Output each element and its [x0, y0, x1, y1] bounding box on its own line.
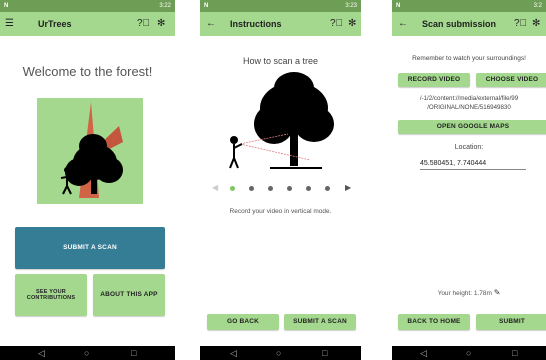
settings-icon[interactable]: ✻	[532, 12, 540, 36]
settings-icon[interactable]: ✻	[157, 12, 165, 36]
android-nav-bar: ◁ ○ □	[392, 346, 546, 360]
status-bar: N 3:23	[200, 0, 361, 12]
android-nav-bar: ◁ ○ □	[200, 346, 361, 360]
nav-recents-icon[interactable]: □	[512, 347, 517, 359]
welcome-heading: Welcome to the forest!	[22, 64, 153, 79]
logo-tree-image	[37, 98, 143, 204]
screen-title: Scan submission	[422, 19, 497, 29]
height-text: Your height: 1.78m	[437, 290, 492, 297]
video-path-line1: /-1/2/content://media/external/file/99	[419, 95, 519, 102]
instructions-screen: N 3:23 ← Instructions ?⃝ ✻ How to scan a…	[200, 0, 361, 360]
nav-home-icon[interactable]: ○	[276, 347, 281, 359]
scan-illustration	[229, 72, 334, 169]
contributions-line2: CONTRIBUTIONS	[26, 295, 76, 301]
back-arrow-icon[interactable]: ←	[398, 12, 408, 36]
nav-back-icon[interactable]: ◁	[230, 347, 237, 359]
submit-scan-button[interactable]: SUBMIT A SCAN	[15, 227, 165, 269]
go-back-button[interactable]: GO BACK	[207, 314, 279, 330]
page-dot	[230, 186, 235, 191]
page-dot	[287, 186, 292, 191]
page-dot	[249, 186, 254, 191]
contributions-line1: SEE YOUR	[36, 289, 66, 295]
page-indicator: ◀ ▶	[200, 183, 361, 194]
screen-title: Instructions	[230, 19, 282, 29]
see-contributions-button[interactable]: SEE YOUR CONTRIBUTIONS	[15, 274, 87, 316]
nav-recents-icon[interactable]: □	[131, 347, 136, 359]
location-label: Location:	[454, 144, 484, 151]
status-bar: N 3:22	[0, 0, 175, 12]
record-video-button[interactable]: RECORD VIDEO	[398, 73, 470, 87]
nav-back-icon[interactable]: ◁	[38, 347, 45, 359]
height-row: Your height: 1.78m ✎	[392, 288, 546, 297]
app-bar: ← Scan submission ?⃝ ✻	[392, 12, 546, 36]
video-path: /-1/2/content://media/external/file/99 /…	[392, 94, 546, 112]
app-bar: ← Instructions ?⃝ ✻	[200, 12, 361, 36]
edit-icon[interactable]: ✎	[494, 288, 501, 297]
carrier-icon: N	[396, 3, 401, 9]
location-field[interactable]: 45.580451, 7.740444	[420, 158, 526, 170]
home-screen: N 3:22 ☰ UrTrees ?⃝ ✻ Welcome to the for…	[0, 0, 175, 360]
video-path-line2: /ORIGINAL/NONE/516949830	[427, 104, 511, 111]
about-app-button[interactable]: ABOUT THIS APP	[93, 274, 165, 316]
open-google-maps-button[interactable]: OPEN GOOGLE MAPS	[398, 120, 546, 134]
carrier-icon: N	[4, 3, 9, 9]
status-time: 3:2	[533, 3, 542, 9]
android-nav-bar: ◁ ○ □	[0, 346, 175, 360]
instructions-heading: How to scan a tree	[242, 56, 319, 66]
page-dot	[306, 186, 311, 191]
instructions-caption: Record your video in vertical mode.	[229, 208, 332, 215]
app-bar: ☰ UrTrees ?⃝ ✻	[0, 12, 175, 36]
help-icon[interactable]: ?⃝	[137, 12, 150, 36]
next-page-icon[interactable]: ▶	[345, 183, 351, 192]
prev-page-icon[interactable]: ◀	[212, 183, 218, 192]
nav-back-icon[interactable]: ◁	[420, 347, 427, 359]
scan-submission-screen: N 3:2 ← Scan submission ?⃝ ✻ Remember to…	[392, 0, 546, 360]
settings-icon[interactable]: ✻	[348, 12, 356, 36]
reminder-text: Remember to watch your surroundings!	[412, 55, 526, 62]
page-dot	[325, 186, 330, 191]
help-icon[interactable]: ?⃝	[330, 12, 343, 36]
submit-button[interactable]: SUBMIT	[476, 314, 546, 330]
app-title: UrTrees	[38, 19, 72, 29]
status-bar: N 3:2	[392, 0, 546, 12]
back-arrow-icon[interactable]: ←	[206, 12, 216, 36]
nav-home-icon[interactable]: ○	[466, 347, 471, 359]
nav-home-icon[interactable]: ○	[84, 347, 89, 359]
carrier-icon: N	[204, 3, 209, 9]
menu-icon[interactable]: ☰	[5, 12, 14, 36]
status-time: 3:22	[159, 3, 171, 9]
help-icon[interactable]: ?⃝	[514, 12, 527, 36]
status-time: 3:23	[345, 3, 357, 9]
nav-recents-icon[interactable]: □	[322, 347, 327, 359]
back-to-home-button[interactable]: BACK TO HOME	[398, 314, 470, 330]
choose-video-button[interactable]: CHOOSE VIDEO	[476, 73, 546, 87]
page-dot	[268, 186, 273, 191]
submit-scan-button[interactable]: SUBMIT A SCAN	[284, 314, 356, 330]
